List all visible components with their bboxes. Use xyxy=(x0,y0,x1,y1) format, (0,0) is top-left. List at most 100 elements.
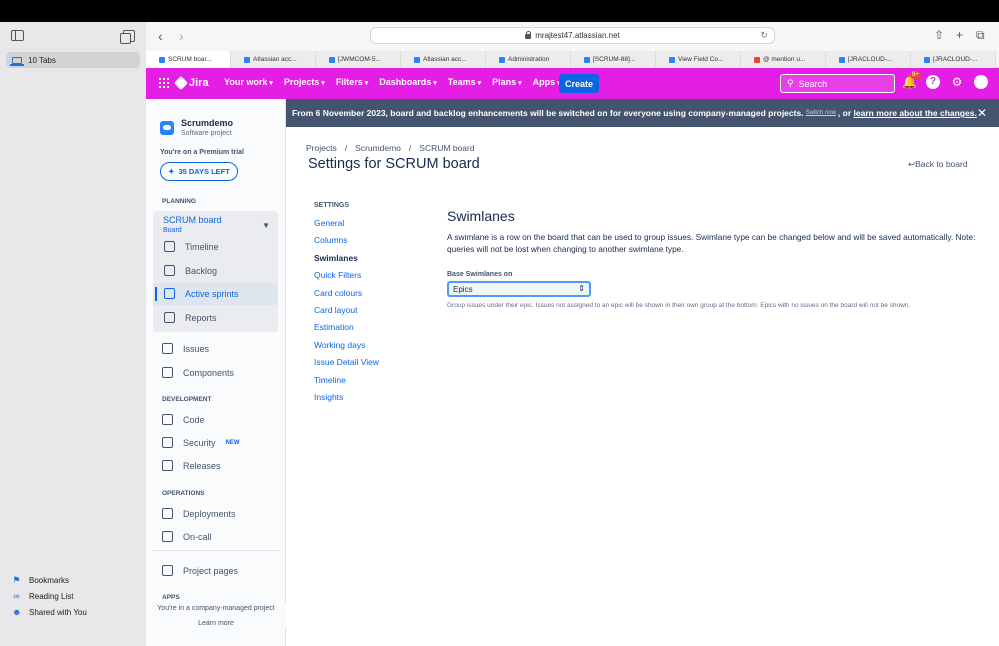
browser-tab[interactable]: @ mention u... xyxy=(741,51,826,68)
menu-filters[interactable]: Filters xyxy=(336,77,368,87)
app-switcher-icon[interactable] xyxy=(159,78,169,88)
settings-nav-general[interactable]: General xyxy=(314,218,379,235)
notifications-icon[interactable]: 🔔 9+ xyxy=(902,71,921,89)
sidebar-item-components[interactable]: Components xyxy=(162,367,234,378)
nav-icons: 🔔 9+ ? ⚙ xyxy=(902,71,988,89)
breadcrumb-scrumdemo[interactable]: Scrumdemo xyxy=(355,143,401,153)
browser-tab[interactable]: Atlassian acc... xyxy=(401,51,486,68)
trial-text: You're on a Premium trial xyxy=(160,149,244,156)
menu-your-work[interactable]: Your work xyxy=(224,77,273,87)
avatar[interactable] xyxy=(974,75,988,89)
menu-dashboards[interactable]: Dashboards xyxy=(379,77,436,87)
bookmark-icon: ⚑ xyxy=(12,574,21,585)
safari-sidebar: 10 Tabs ⚑ Bookmarks ∞ Reading List ☻ Sha… xyxy=(0,22,146,646)
search-icon: ⚲ xyxy=(787,78,794,88)
settings-nav-issue-detail-view[interactable]: Issue Detail View xyxy=(314,357,379,374)
browser-tab[interactable]: [JRACLOUD-... xyxy=(911,51,996,68)
browser-tab[interactable]: Atlassian acc... xyxy=(231,51,316,68)
sidebar-toggle-icon[interactable] xyxy=(11,30,24,41)
bookmarks-label: Bookmarks xyxy=(29,575,70,585)
sidebar-item-project-pages[interactable]: Project pages xyxy=(162,565,238,576)
sparkle-icon: ✦ xyxy=(168,167,175,176)
share-icon[interactable]: ⇧ xyxy=(934,28,944,42)
board-selector[interactable]: SCRUM board Board xyxy=(163,215,222,234)
new-tab-icon[interactable]: + xyxy=(956,28,963,42)
browser-tab[interactable]: [JWMCOM-5... xyxy=(316,51,401,68)
chevron-down-icon[interactable]: ▼ xyxy=(262,221,270,230)
sidebar-item-label: Code xyxy=(183,414,205,425)
menu-teams[interactable]: Teams xyxy=(448,77,481,87)
settings-nav-card-layout[interactable]: Card layout xyxy=(314,305,379,322)
sidebar-item-code[interactable]: Code xyxy=(162,414,205,425)
breadcrumb-projects[interactable]: Projects xyxy=(306,143,337,153)
learn-more-link[interactable]: Learn more xyxy=(146,620,286,627)
bookmarks-link[interactable]: ⚑ Bookmarks xyxy=(12,572,87,588)
jira-logo-icon xyxy=(173,75,189,91)
tab-overview-icon[interactable] xyxy=(120,30,135,44)
sidebar-item-issues[interactable]: Issues xyxy=(162,343,209,354)
shared-with-you-link[interactable]: ☻ Shared with You xyxy=(12,604,87,620)
settings-nav-swimlanes[interactable]: Swimlanes xyxy=(314,253,379,270)
sidebar-item-deployments[interactable]: Deployments xyxy=(162,508,236,519)
settings-gear-icon[interactable]: ⚙ xyxy=(950,75,964,89)
laptop-icon xyxy=(10,56,24,66)
create-button[interactable]: Create xyxy=(559,74,599,93)
banner-text: From 6 November 2023, board and backlog … xyxy=(292,108,804,118)
search-input[interactable]: ⚲ Search xyxy=(780,74,895,93)
breadcrumb-board[interactable]: SCRUM board xyxy=(419,143,474,153)
address-bar[interactable]: mrajtest47.atlassian.net ↻ xyxy=(370,27,775,44)
back-to-board-label: Back to board xyxy=(915,159,968,169)
back-to-board-link[interactable]: ↩Back to board xyxy=(908,159,968,170)
browser-tab[interactable]: SCRUM boar... xyxy=(146,51,231,68)
show-tabs-icon[interactable]: ⧉ xyxy=(976,28,985,43)
breadcrumb: Projects / Scrumdemo / SCRUM board xyxy=(306,143,475,153)
banner-separator: , or xyxy=(837,108,852,118)
menu-apps[interactable]: Apps xyxy=(533,77,561,87)
reload-icon[interactable]: ↻ xyxy=(760,30,768,41)
browser-tab[interactable]: [SCRUM-88]... xyxy=(571,51,656,68)
sidebar-item-security[interactable]: Security NEW xyxy=(162,437,240,448)
apps-label: APPS xyxy=(162,594,180,601)
jira-favicon-icon xyxy=(329,56,335,63)
jira-favicon-icon xyxy=(839,56,845,63)
browser-tab[interactable]: View Field Co... xyxy=(656,51,741,68)
sidebar-item-reports[interactable]: Reports xyxy=(164,312,217,323)
reading-list-link[interactable]: ∞ Reading List xyxy=(12,588,87,604)
sidebar-item-backlog[interactable]: Backlog xyxy=(164,265,217,276)
menu-projects[interactable]: Projects xyxy=(284,77,325,87)
settings-nav-card-colours[interactable]: Card colours xyxy=(314,288,379,305)
project-sidebar: Scrumdemo Software project You're on a P… xyxy=(146,99,286,646)
forward-icon[interactable]: › xyxy=(179,29,184,43)
menu-plans[interactable]: Plans xyxy=(492,77,521,87)
tab-label: [JRACLOUD-... xyxy=(933,56,978,63)
jira-favicon-icon xyxy=(499,56,505,63)
help-icon[interactable]: ? xyxy=(926,75,940,89)
tab-label: Atlassian acc... xyxy=(253,56,297,63)
close-icon[interactable]: ✕ xyxy=(977,106,987,120)
operations-label: OPERATIONS xyxy=(162,490,205,497)
project-header[interactable]: Scrumdemo Software project xyxy=(160,118,233,137)
settings-nav-working-days[interactable]: Working days xyxy=(314,340,379,357)
base-swimlanes-select[interactable]: Epics ⇕ xyxy=(447,281,591,297)
settings-nav-timeline[interactable]: Timeline xyxy=(314,375,379,392)
jira-logo[interactable]: Jira xyxy=(173,75,209,91)
learn-more-changes-link[interactable]: learn more about the changes. xyxy=(854,108,977,118)
tab-group-item[interactable]: 10 Tabs xyxy=(6,52,140,68)
browser-tab[interactable]: Administration xyxy=(486,51,571,68)
switch-now-link[interactable]: Switch now xyxy=(806,110,836,116)
settings-nav-columns[interactable]: Columns xyxy=(314,235,379,252)
shared-with-you-label: Shared with You xyxy=(29,607,87,617)
trial-days-button[interactable]: ✦ 35 DAYS LEFT xyxy=(160,162,238,181)
sidebar-item-timeline[interactable]: Timeline xyxy=(164,241,219,252)
people-icon: ☻ xyxy=(12,606,22,617)
back-icon[interactable]: ‹ xyxy=(158,29,163,43)
sidebar-item-releases[interactable]: Releases xyxy=(162,460,221,471)
sidebar-item-active-sprints[interactable]: Active sprints xyxy=(164,288,239,299)
sidebar-item-on-call[interactable]: On-call xyxy=(162,531,212,542)
settings-nav-estimation[interactable]: Estimation xyxy=(314,322,379,339)
settings-nav-quick-filters[interactable]: Quick Filters xyxy=(314,270,379,287)
settings-nav-insights[interactable]: Insights xyxy=(314,392,379,409)
url-text: mrajtest47.atlassian.net xyxy=(535,31,620,40)
settings-nav: General Columns Swimlanes Quick Filters … xyxy=(314,218,379,409)
browser-tab[interactable]: [JRACLOUD-... xyxy=(826,51,911,68)
